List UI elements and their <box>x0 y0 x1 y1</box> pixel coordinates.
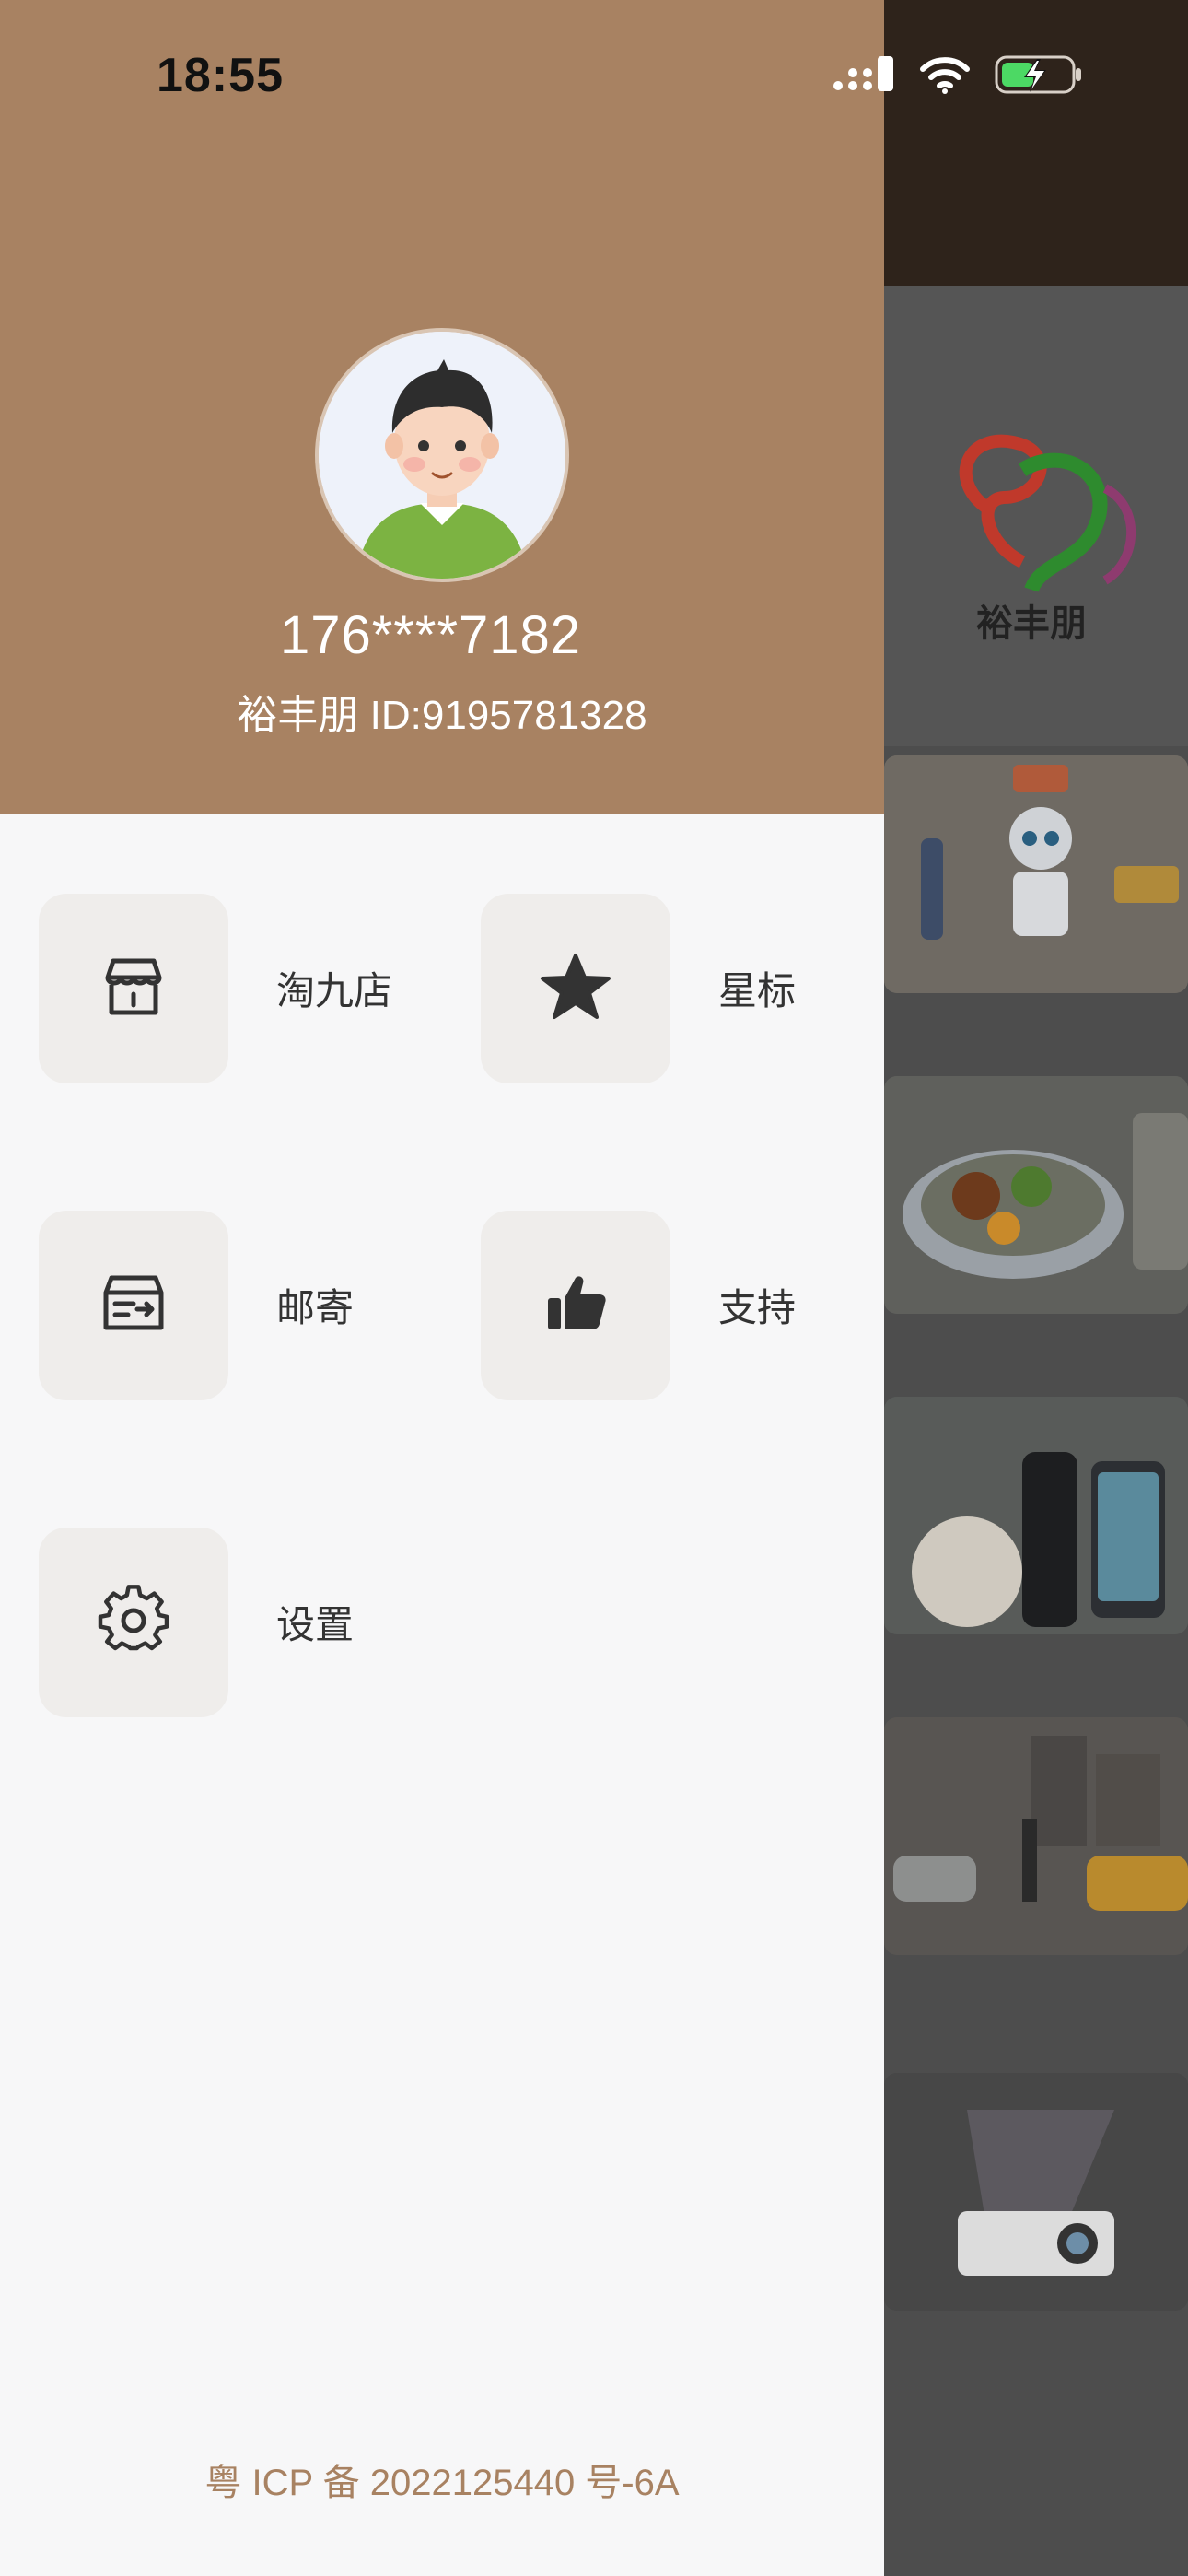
thumbs-up-icon <box>539 1267 612 1345</box>
menu-item-support[interactable]: 支持 <box>481 1211 914 1400</box>
menu-tile[interactable] <box>481 894 670 1083</box>
side-drawer: 176****7182 裕丰朋 ID:9195781328 淘九店 星标 邮寄 … <box>0 0 884 2576</box>
background-logo-text: 裕丰朋 <box>976 602 1087 645</box>
background-card-food[interactable] <box>884 1076 1188 1314</box>
store-icon <box>97 950 170 1028</box>
star-icon <box>539 950 612 1028</box>
menu-label: 支持 <box>718 1286 797 1329</box>
signal-icon <box>833 54 895 100</box>
status-time: 18:55 <box>157 49 284 102</box>
background-card-city[interactable] <box>884 1717 1188 1955</box>
status-icons <box>833 53 1083 100</box>
menu-tile[interactable] <box>481 1211 670 1400</box>
background-logo-card: 裕丰朋 <box>884 286 1188 746</box>
menu-item-shop[interactable]: 淘九店 <box>39 894 472 1083</box>
wifi-icon <box>919 54 971 100</box>
menu-tile[interactable] <box>39 894 228 1083</box>
menu-item-settings[interactable]: 设置 <box>39 1528 472 1717</box>
menu-tile[interactable] <box>39 1528 228 1717</box>
menu-label: 设置 <box>276 1603 355 1646</box>
mail-box-icon <box>97 1267 170 1345</box>
menu-tile[interactable] <box>39 1211 228 1400</box>
menu-label: 邮寄 <box>276 1286 355 1329</box>
user-id: 裕丰朋 ID:9195781328 <box>237 693 647 738</box>
avatar[interactable] <box>315 328 569 582</box>
user-phone: 176****7182 <box>279 605 582 665</box>
background-card-robot[interactable] <box>884 755 1188 993</box>
menu-item-star[interactable]: 星标 <box>481 894 914 1083</box>
menu-item-mail[interactable]: 邮寄 <box>39 1211 472 1400</box>
background-card-products[interactable] <box>884 1397 1188 1634</box>
background-card-projector[interactable] <box>884 2073 1188 2311</box>
menu-label: 星标 <box>718 969 797 1013</box>
gear-icon <box>97 1584 170 1662</box>
menu-label: 淘九店 <box>276 969 393 1013</box>
battery-icon <box>995 53 1083 100</box>
icp-footer[interactable]: 粤 ICP 备 2022125440 号-6A <box>0 2453 884 2506</box>
status-bar: 18:55 <box>0 0 1188 157</box>
